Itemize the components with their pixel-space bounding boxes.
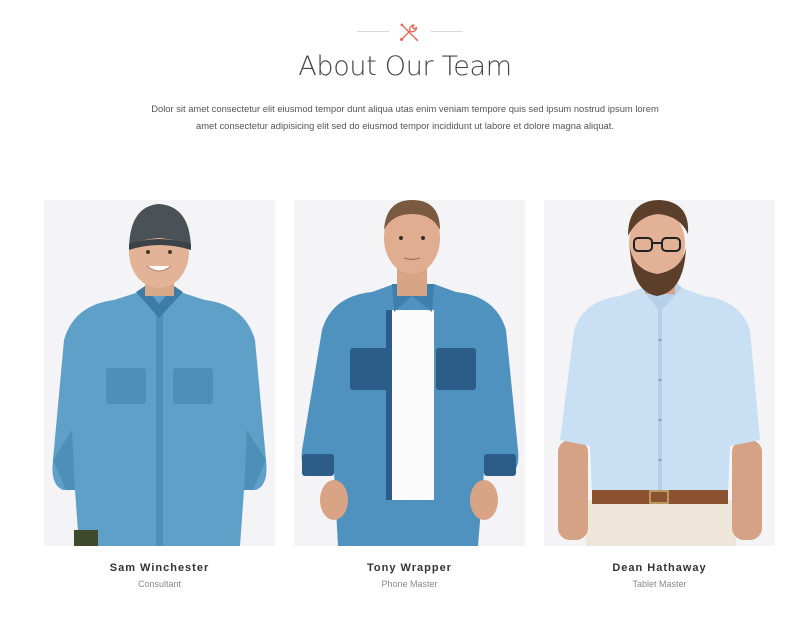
divider-line-right xyxy=(431,31,463,32)
section-description: Dolor sit amet consectetur elit eiusmod … xyxy=(130,100,680,134)
team-member-name[interactable]: Sam Winchester xyxy=(44,562,275,574)
team-member-role: Phone Master xyxy=(381,579,438,589)
team-members-grid: Sam Winchester Consultant Tony Wrapper P… xyxy=(44,200,775,600)
team-member-photo[interactable] xyxy=(44,200,275,546)
section-divider xyxy=(0,20,810,44)
team-member-role: Consultant xyxy=(137,579,182,589)
tools-icon xyxy=(400,23,419,42)
team-card[interactable]: Sam Winchester Consultant xyxy=(44,200,275,589)
team-card[interactable]: Tony Wrapper Phone Master xyxy=(294,200,525,589)
team-member-name[interactable]: Tony Wrapper xyxy=(294,562,525,574)
divider-line-left xyxy=(357,31,389,32)
section-title: About Our Team xyxy=(298,51,512,82)
team-member-photo[interactable] xyxy=(544,200,775,546)
person-illustration xyxy=(301,200,519,546)
team-card[interactable]: Dean Hathaway Tablet Master xyxy=(544,200,775,589)
team-member-name[interactable]: Dean Hathaway xyxy=(544,562,775,574)
team-member-role: Tablet Master xyxy=(632,579,687,589)
description-line-2: amet consectetur adipisicing elit sed do… xyxy=(196,120,614,131)
person-illustration xyxy=(52,204,267,546)
person-illustration xyxy=(558,200,762,546)
team-member-photo[interactable] xyxy=(294,200,525,546)
description-line-1: Dolor sit amet consectetur elit eiusmod … xyxy=(151,103,659,114)
